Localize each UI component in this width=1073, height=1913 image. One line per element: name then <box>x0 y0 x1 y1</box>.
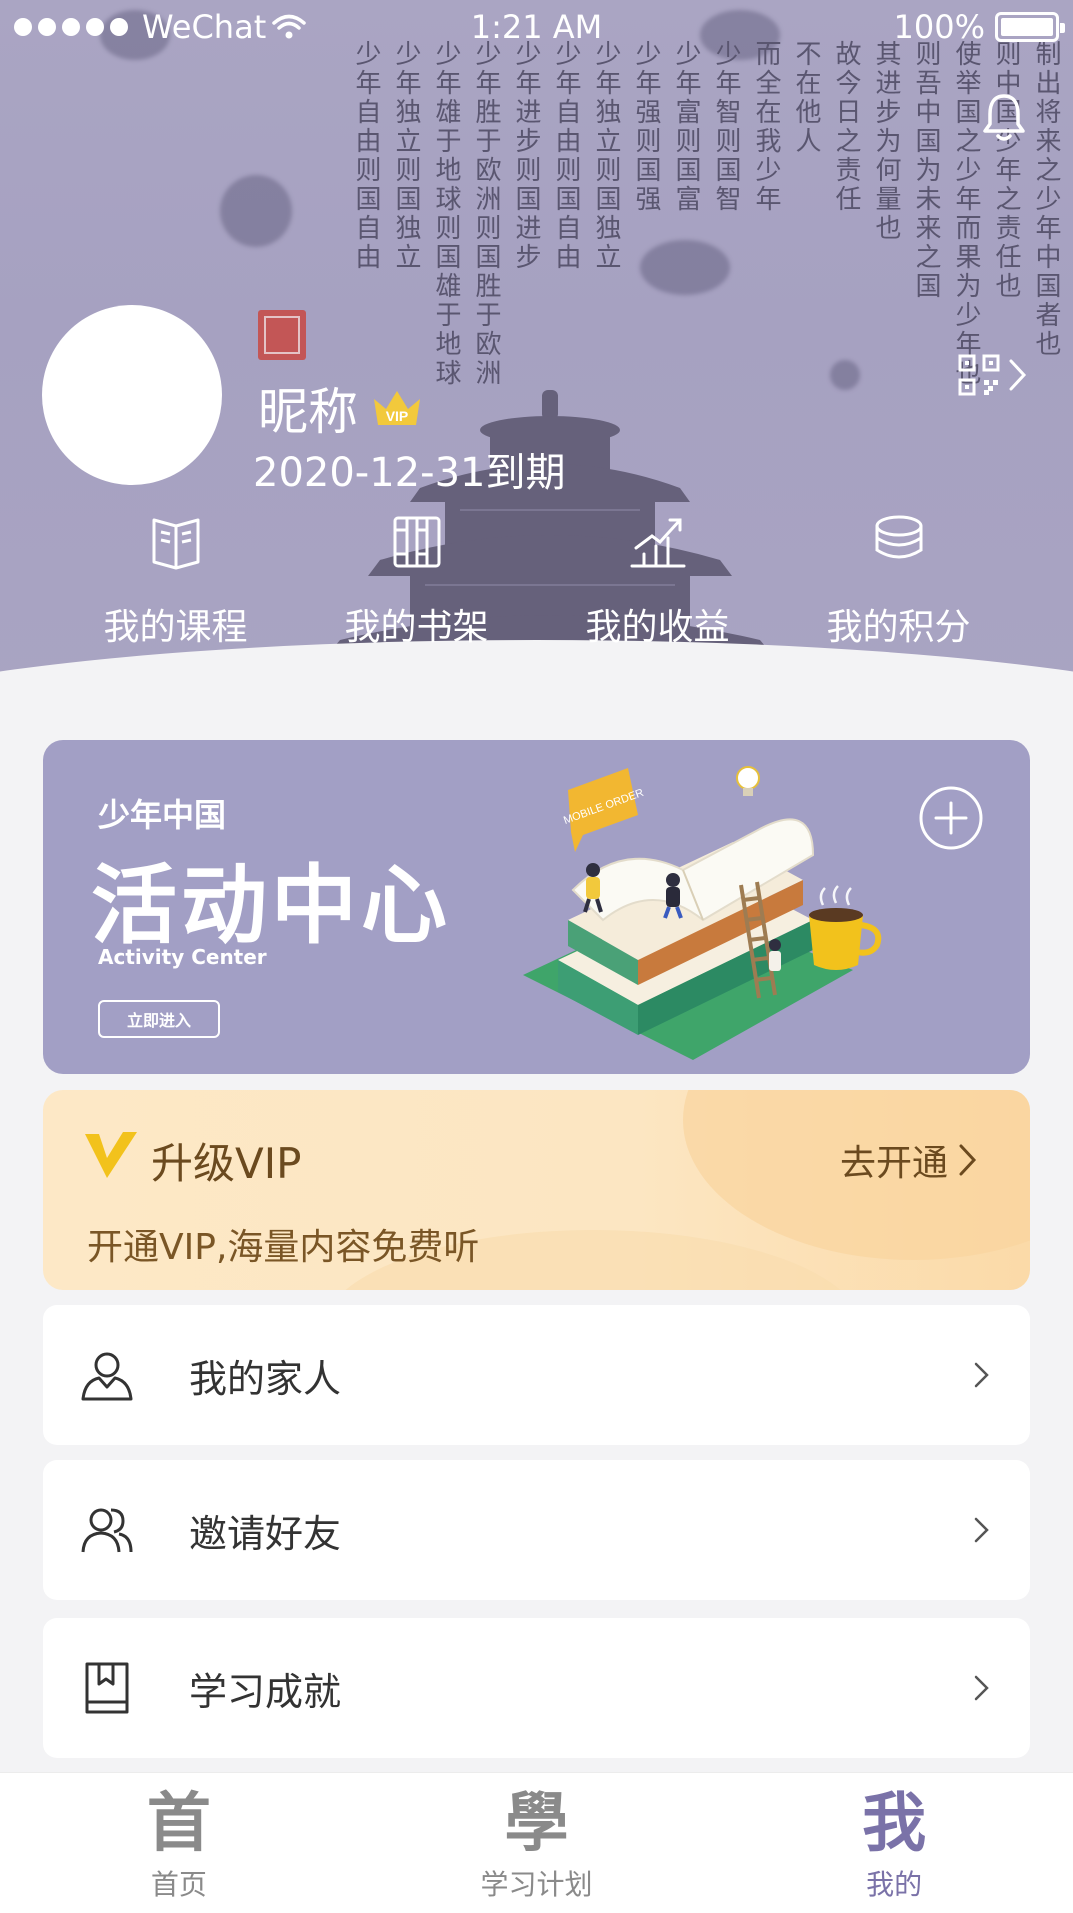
avatar[interactable] <box>42 305 222 485</box>
menu-item-label: 我的家人 <box>189 1356 342 1401</box>
activity-english-title: Activity Center <box>98 945 267 969</box>
membership-expiry: 2020-12-31到期 <box>253 450 566 496</box>
add-circle-icon[interactable] <box>918 785 984 851</box>
poem-column: 少年独立则国独立 <box>391 40 421 272</box>
menu-item-label: 学习成就 <box>189 1669 342 1714</box>
menu-item-invite[interactable]: 邀请好友 <box>43 1460 1030 1600</box>
poem-column: 少年智则国智 <box>711 40 741 214</box>
poem-column: 其进步为何量也 <box>871 40 901 243</box>
quick-action-courses[interactable]: 我的课程 <box>55 512 296 652</box>
quick-action-label: 我的收益 <box>585 607 730 648</box>
poem-column: 制出将来之少年中国者也 <box>1031 40 1061 359</box>
battery-icon <box>995 12 1065 42</box>
poem-column: 少年独立则国独立 <box>591 40 621 272</box>
study-glyph-icon: 學 <box>504 1786 569 1861</box>
qr-code-link[interactable] <box>958 354 1028 396</box>
books-illustration: MOBILE ORDER <box>523 766 882 1060</box>
status-right: 100% <box>893 8 1065 46</box>
ink-decoration <box>220 175 292 247</box>
quick-action-label: 我的书架 <box>344 607 489 648</box>
poem-column: 少年胜于欧洲则国胜于欧洲 <box>471 40 501 388</box>
activity-subtitle: 少年中国 <box>98 796 227 834</box>
vip-description: 开通VIP,海量内容免费听 <box>87 1227 480 1268</box>
poem-column: 而全在我少年 <box>751 40 781 214</box>
quick-action-label: 我的课程 <box>103 607 248 648</box>
poem-text: 制出将来之少年中国者也 则中国少年之责任也 使举国之少年而果为少年也 则吾中国为… <box>349 40 1063 388</box>
open-book-icon <box>152 518 199 570</box>
chevron-right-icon <box>959 1144 977 1176</box>
poem-column: 故今日之责任 <box>831 40 861 214</box>
notification-bell-icon[interactable] <box>980 92 1028 144</box>
menu-item-achievements[interactable]: 学习成就 <box>43 1618 1030 1758</box>
menu-item-family[interactable]: 我的家人 <box>43 1305 1030 1445</box>
chevron-right-icon <box>974 1517 989 1543</box>
quick-action-bookshelf[interactable]: 我的书架 <box>296 512 537 652</box>
activity-center-banner[interactable]: 少年中国 活动中心 Activity Center 立即进入 MOBILE OR… <box>43 740 1030 1074</box>
menu-item-label: 邀请好友 <box>189 1511 342 1556</box>
qr-code-icon <box>958 354 1000 396</box>
upgrade-vip-card[interactable]: 升级VIP 开通VIP,海量内容免费听 去开通 <box>43 1090 1030 1290</box>
vip-open-button[interactable]: 去开通 <box>840 1134 978 1186</box>
poem-column: 少年雄于地球则国雄于地球 <box>431 40 461 388</box>
vip-v-icon <box>85 1132 137 1178</box>
poem-column: 不在他人 <box>791 40 821 156</box>
vip-title: 升级VIP <box>151 1139 302 1188</box>
seal-stamp-icon <box>258 310 306 360</box>
battery-percent: 100% <box>893 8 985 46</box>
poem-column: 少年自由则国自由 <box>351 40 381 272</box>
enter-now-button[interactable]: 立即进入 <box>98 1000 220 1038</box>
nickname-row: 昵称 VIP <box>258 372 424 444</box>
poem-column: 使举国之少年而果为少年也 <box>951 40 981 388</box>
quick-action-points[interactable]: 我的积分 <box>778 512 1019 652</box>
people-icon <box>81 1508 133 1553</box>
tab-home[interactable]: 首 首页 <box>0 1773 358 1913</box>
tab-label: 首页 <box>150 1868 207 1901</box>
person-icon <box>81 1352 133 1401</box>
vip-crown-icon: VIP <box>374 391 420 425</box>
coins-stack-icon <box>875 515 922 559</box>
vip-badge-text: VIP <box>386 408 409 424</box>
chevron-right-icon <box>974 1362 989 1388</box>
vip-open-label: 去开通 <box>839 1143 948 1184</box>
home-glyph-icon: 首 <box>146 1786 211 1861</box>
tab-label: 学习计划 <box>480 1868 593 1901</box>
bookshelf-icon <box>393 516 440 568</box>
bookmark-book-icon <box>85 1662 129 1714</box>
nickname: 昵称 <box>258 383 358 441</box>
poem-column: 少年自由则国自由 <box>551 40 581 272</box>
poem-column: 少年进步则国进步 <box>511 40 541 272</box>
poem-column: 少年富则国富 <box>671 40 701 214</box>
status-bar: WeChat 1:21 AM 100% <box>0 0 1073 56</box>
tab-study-plan[interactable]: 學 学习计划 <box>358 1773 716 1913</box>
quick-action-earnings[interactable]: 我的收益 <box>537 512 778 652</box>
tab-label: 我的 <box>866 1868 923 1901</box>
quick-actions: 我的课程 我的书架 我的收益 我的积分 <box>0 512 1073 652</box>
poem-column: 少年强则国强 <box>631 40 661 214</box>
tab-mine[interactable]: 我 我的 <box>715 1773 1073 1913</box>
mine-glyph-icon: 我 <box>862 1786 927 1861</box>
chevron-right-icon <box>974 1675 989 1701</box>
poem-column: 则吾中国为未来之国 <box>911 40 941 301</box>
bottom-tab-bar: 首 首页 學 学习计划 我 我的 <box>0 1772 1073 1913</box>
chevron-right-icon <box>1009 359 1027 391</box>
profile-header: 制出将来之少年中国者也 则中国少年之责任也 使举国之少年而果为少年也 则吾中国为… <box>0 0 1073 715</box>
chart-growth-icon <box>630 518 685 568</box>
quick-action-label: 我的积分 <box>826 607 971 648</box>
activity-title: 活动中心 <box>91 856 451 956</box>
